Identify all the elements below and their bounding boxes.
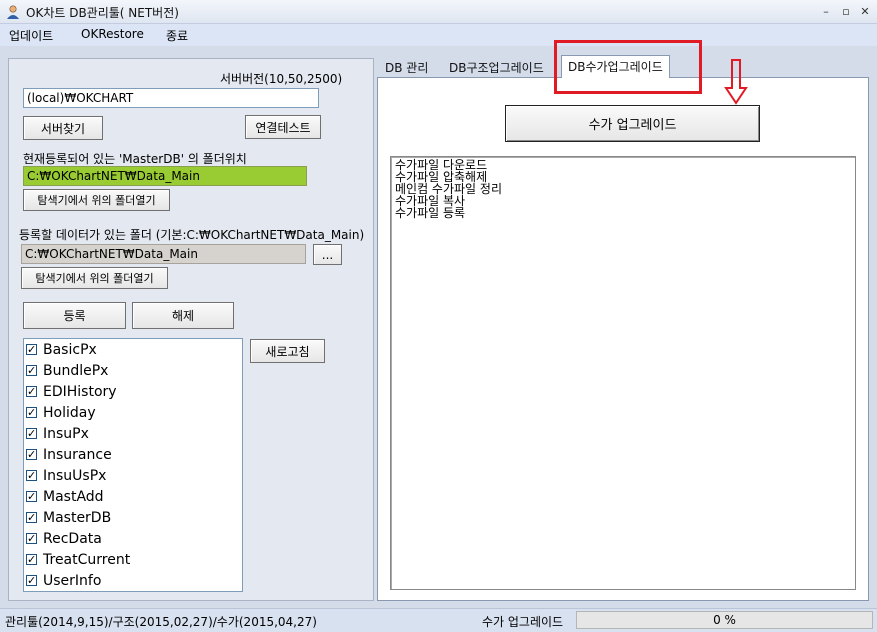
table-name: Insurance <box>43 446 112 463</box>
restore-button[interactable]: ▫ <box>840 6 852 17</box>
checkbox-checked[interactable]: ✓ <box>26 470 37 481</box>
server-version-label: 서버버전(10,50,2500) <box>220 72 343 86</box>
table-name: TreatCurrent <box>43 551 131 568</box>
table-name: Holiday <box>43 404 96 421</box>
find-server-button[interactable]: 서버찾기 <box>23 116 103 140</box>
checkbox-checked[interactable]: ✓ <box>26 407 37 418</box>
menu-okrestore[interactable]: OKRestore <box>81 27 144 41</box>
table-name: InsuPx <box>43 425 89 442</box>
list-item[interactable]: ✓ InsuUsPx <box>26 465 106 486</box>
register-button[interactable]: 등록 <box>23 302 126 329</box>
menu-update[interactable]: 업데이트 <box>9 27 53 44</box>
table-name: RecData <box>43 530 102 547</box>
list-item[interactable]: ✓ RecData <box>26 528 102 549</box>
table-name: EDIHistory <box>43 383 117 400</box>
app-user-icon <box>7 5 19 19</box>
fee-upgrade-button[interactable]: 수가 업그레이드 <box>505 105 760 142</box>
list-item[interactable]: ✓ BundlePx <box>26 360 108 381</box>
arrow-down-icon <box>724 59 748 105</box>
list-item[interactable]: ✓ EDIHistory <box>26 381 117 402</box>
checkbox-checked[interactable]: ✓ <box>26 533 37 544</box>
upgrade-steps-list: 수가파일 다운로드 수가파일 압축해제 메인컴 수가파일 정리 수가파일 복사 … <box>390 156 856 590</box>
open-masterdb-folder-button[interactable]: 탐색기에서 위의 폴더열기 <box>23 189 170 211</box>
masterdb-path-field: C:₩OKChartNET₩Data_Main <box>23 166 307 186</box>
table-name: BundlePx <box>43 362 109 379</box>
table-name: MasterDB <box>43 509 112 526</box>
menu-bar: 업데이트 OKRestore 종료 <box>0 24 877 46</box>
checkbox-checked[interactable]: ✓ <box>26 428 37 439</box>
progress-bar: 0 % <box>576 611 873 629</box>
server-input[interactable]: (local)₩OKCHART <box>23 88 319 108</box>
title-bar: OK차트 DB관리툴( NET버전) – ▫ ✕ <box>0 0 877 24</box>
window-title: OK차트 DB관리툴( NET버전) <box>26 6 179 20</box>
list-item[interactable]: ✓ InsuPx <box>26 423 89 444</box>
progress-text: 0 % <box>713 613 736 627</box>
list-item[interactable]: ✓ MastAdd <box>26 486 104 507</box>
table-checklist: ✓ BasicPx ✓ BundlePx ✓ EDIHistory ✓ Holiday … <box>23 338 243 592</box>
checkbox-checked[interactable]: ✓ <box>26 491 37 502</box>
tab-db-structure-upgrade[interactable]: DB구조업그레이드 <box>443 57 550 77</box>
table-name: BasicPx <box>43 341 97 358</box>
browse-folder-button[interactable]: ... <box>313 244 342 265</box>
data-folder-label: 등록할 데이터가 있는 폴더 (기본:C:₩OKChartNET₩Data_Ma… <box>19 228 365 242</box>
tab-highlight-annotation <box>554 40 702 94</box>
table-name: InsuUsPx <box>43 467 107 484</box>
checkbox-checked[interactable]: ✓ <box>26 554 37 565</box>
table-name: MastAdd <box>43 488 104 505</box>
list-item[interactable]: ✓ BasicPx <box>26 339 97 360</box>
checkbox-checked[interactable]: ✓ <box>26 386 37 397</box>
masterdb-location-label: 현재등록되어 있는 'MasterDB' 의 폴더위치 <box>23 152 247 166</box>
list-item[interactable]: ✓ Holiday <box>26 402 96 423</box>
checkbox-checked[interactable]: ✓ <box>26 449 37 460</box>
checkbox-checked[interactable]: ✓ <box>26 344 37 355</box>
list-item[interactable]: ✓ TreatCurrent <box>26 549 130 570</box>
version-info: 관리툴(2014,9,15)/구조(2015,02,27)/수가(2015,04… <box>5 615 317 629</box>
current-task-label: 수가 업그레이드 <box>482 615 564 629</box>
menu-exit[interactable]: 종료 <box>166 27 188 44</box>
checkbox-checked[interactable]: ✓ <box>26 365 37 376</box>
connection-test-button[interactable]: 연결테스트 <box>245 115 321 139</box>
list-item[interactable]: ✓ UserInfo <box>26 570 101 591</box>
unregister-button[interactable]: 해제 <box>132 302 234 329</box>
data-folder-path-field: C:₩OKChartNET₩Data_Main <box>21 244 306 264</box>
checkbox-checked[interactable]: ✓ <box>26 512 37 523</box>
tab-db-management[interactable]: DB 관리 <box>379 57 434 77</box>
open-data-folder-button[interactable]: 탐색기에서 위의 폴더열기 <box>21 267 168 289</box>
list-item[interactable]: ✓ MasterDB <box>26 507 111 528</box>
list-item[interactable]: ✓ Insurance <box>26 444 112 465</box>
table-name: UserInfo <box>43 572 102 589</box>
minimize-button[interactable]: – <box>820 6 832 17</box>
refresh-button[interactable]: 새로고침 <box>250 339 325 363</box>
step-item: 수가파일 등록 <box>395 206 466 220</box>
checkbox-checked[interactable]: ✓ <box>26 575 37 586</box>
close-button[interactable]: ✕ <box>859 6 871 17</box>
